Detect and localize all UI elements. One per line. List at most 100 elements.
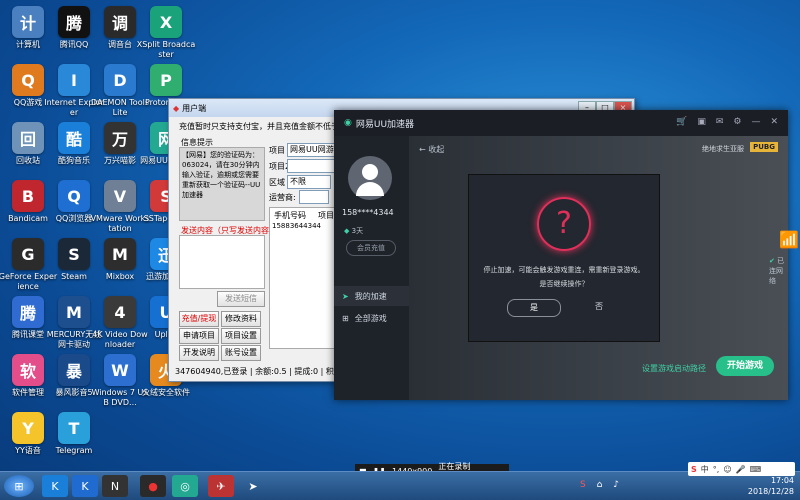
table-row[interactable]: 15883644344 bbox=[272, 222, 321, 230]
network-status: ✔ 已连网络 bbox=[769, 257, 785, 285]
project2-select[interactable] bbox=[287, 159, 339, 173]
sogou-icon: S bbox=[691, 464, 697, 474]
taskbar-bandicam-icon[interactable]: ● bbox=[140, 475, 166, 497]
minimize-icon[interactable]: — bbox=[751, 117, 760, 127]
wifi-icon: 📶 bbox=[779, 230, 799, 249]
tray-network-icon[interactable]: ⌂ bbox=[597, 480, 607, 490]
route-link[interactable]: 设置游戏启动路径 bbox=[642, 363, 706, 374]
start-button[interactable]: ⊞ bbox=[4, 475, 34, 497]
ime-bar[interactable]: S 中 °, ☺ 🎤 ⌨ bbox=[688, 462, 795, 476]
emoji-icon: ☺ bbox=[723, 464, 732, 474]
telegram-icon: T bbox=[58, 412, 90, 444]
vip-recharge-button[interactable]: 会员充值 bbox=[346, 240, 396, 256]
app-icon: ◆ bbox=[173, 103, 180, 113]
region-label: 区域 bbox=[269, 178, 285, 187]
uu-titlebar[interactable]: ◉ 网易UU加速器 🛒 ▣ ✉ ⚙ — ✕ bbox=[334, 110, 788, 136]
window-title: 用户端 bbox=[182, 103, 207, 113]
check-icon: ✔ bbox=[769, 257, 775, 265]
geforce-icon: G bbox=[12, 238, 44, 270]
game-title: 绝地求生亚服 bbox=[702, 145, 744, 153]
send-sms-button[interactable]: 发送短信 bbox=[217, 291, 265, 307]
rocket-icon: ➤ bbox=[342, 291, 349, 301]
qq-game-icon: Q bbox=[12, 64, 44, 96]
menu-all-games[interactable]: ⊞ 全部游戏 bbox=[334, 308, 409, 328]
desktop-icon-label: 火绒安全软件 bbox=[142, 388, 190, 397]
gamepad-icon: ⊞ bbox=[342, 313, 349, 323]
username: 158****4344 bbox=[342, 208, 394, 217]
desktop-icon-label: Telegram bbox=[55, 446, 93, 455]
send-content-input[interactable] bbox=[179, 235, 265, 289]
taskbar-sms-icon[interactable]: ✈ bbox=[208, 475, 234, 497]
region-select[interactable]: 不限 bbox=[287, 175, 331, 189]
close-icon[interactable]: ✕ bbox=[770, 117, 778, 127]
dialog-message: 停止加速，可能会触发游戏重连，需重新登录游戏。 bbox=[483, 266, 645, 274]
uu-logo-icon: ◉ bbox=[344, 118, 352, 128]
taskbar-kugou-icon[interactable]: K bbox=[42, 475, 68, 497]
account-settings-button[interactable]: 账号设置 bbox=[221, 345, 261, 361]
win7-usb-icon: W bbox=[104, 354, 136, 386]
mixbox-icon: M bbox=[104, 238, 136, 270]
desktop-icon-label: XSplit Broadcaster bbox=[136, 40, 196, 59]
yy-icon: Y bbox=[12, 412, 44, 444]
col-phone-header: 手机号码 bbox=[274, 211, 306, 220]
edit-profile-button[interactable]: 修改资料 bbox=[221, 311, 261, 327]
project-select[interactable]: 网易UU网游加速 bbox=[287, 143, 339, 157]
avatar[interactable] bbox=[348, 156, 392, 200]
uu-brand: 网易UU加速器 bbox=[355, 119, 415, 130]
tray-sogou-icon[interactable]: S bbox=[580, 480, 590, 490]
diamond-icon: ◆ bbox=[344, 227, 350, 235]
baofeng-icon: 暴 bbox=[58, 354, 90, 386]
protonvpn-icon: P bbox=[150, 64, 182, 96]
avatar-head bbox=[362, 164, 378, 180]
xsplit-icon: X bbox=[150, 6, 182, 38]
filmora-icon: 万 bbox=[104, 122, 136, 154]
operator-select[interactable] bbox=[299, 190, 329, 204]
4k-video-icon: 4 bbox=[104, 296, 136, 328]
mercury-icon: M bbox=[58, 296, 90, 328]
bandicam-icon: B bbox=[12, 180, 44, 212]
menu-my-acceleration[interactable]: ➤ 我的加速 bbox=[334, 286, 409, 306]
message-icon[interactable]: ✉ bbox=[716, 117, 724, 127]
game-badge: PUBG bbox=[750, 142, 778, 152]
back-link[interactable]: ← 收起 bbox=[419, 144, 444, 155]
avatar-body bbox=[356, 182, 384, 196]
desktop-icon-xsplit[interactable]: X XSplit Broadcaster bbox=[136, 6, 196, 60]
taskbar: ⊞ K K N ● ◎ ✈ ➤ S ⌂ ♪ 17:04 2018/12/28 bbox=[0, 471, 800, 500]
cart-icon[interactable]: 🛒 bbox=[676, 117, 687, 127]
operator-label: 运营商: bbox=[269, 193, 296, 202]
mixer-icon: 调 bbox=[104, 6, 136, 38]
back-icon: ← bbox=[419, 145, 426, 154]
recycle-bin-icon: 回 bbox=[12, 122, 44, 154]
taskbar-kugou2-icon[interactable]: K bbox=[72, 475, 98, 497]
gift-icon[interactable]: ▣ bbox=[697, 117, 706, 127]
ime-mode: 中 bbox=[700, 464, 709, 474]
info-box: 【网易】您的验证码为：063024，请在30分钟内输入验证，逾期或您需要重新获取… bbox=[179, 147, 265, 221]
confirm-yes-button[interactable]: 是 bbox=[507, 299, 561, 317]
dialog-question: 是否继续操作？ bbox=[539, 280, 589, 288]
vip-days: ◆ 3天 bbox=[344, 227, 364, 235]
tray-volume-icon[interactable]: ♪ bbox=[613, 480, 623, 490]
recharge-button[interactable]: 充值/提现 bbox=[179, 311, 219, 327]
punctuation-icon: °, bbox=[712, 464, 720, 474]
software-manager-icon: 软 bbox=[12, 354, 44, 386]
confirm-dialog: ? 停止加速，可能会触发游戏重连，需重新登录游戏。 是否继续操作？ 是 否 bbox=[468, 174, 660, 342]
dev-docs-button[interactable]: 开发说明 bbox=[179, 345, 219, 361]
qq-penguin-icon: 腾 bbox=[58, 6, 90, 38]
taskbar-filmora-icon[interactable]: N bbox=[102, 475, 128, 497]
phone-table: 手机号码 项目 15883644344 bbox=[269, 207, 337, 349]
taskbar-arrow-icon[interactable]: ➤ bbox=[240, 475, 266, 497]
start-game-button[interactable]: 开始游戏 bbox=[716, 356, 774, 376]
info-text: 【网易】您的验证码为：063024，请在30分钟内输入验证，逾期或您需要重新获取… bbox=[182, 151, 261, 199]
tray-clock[interactable]: 17:04 2018/12/28 bbox=[748, 475, 794, 497]
cancel-no-button[interactable]: 否 bbox=[573, 299, 625, 315]
computer-icon: 计 bbox=[12, 6, 44, 38]
clock-date: 2018/12/28 bbox=[747, 487, 794, 496]
question-icon: ? bbox=[537, 197, 591, 251]
mic-icon: 🎤 bbox=[735, 464, 746, 474]
uu-sidebar: 158****4344 ◆ 3天 会员充值 ➤ 我的加速 ⊞ 全部游戏 bbox=[334, 136, 409, 400]
settings-icon[interactable]: ⚙ bbox=[733, 117, 741, 127]
apply-project-button[interactable]: 申请项目 bbox=[179, 328, 219, 344]
taskbar-uu-icon[interactable]: ◎ bbox=[172, 475, 198, 497]
project-settings-button[interactable]: 项目设置 bbox=[221, 328, 261, 344]
desktop-icon-telegram[interactable]: T Telegram bbox=[44, 412, 104, 456]
